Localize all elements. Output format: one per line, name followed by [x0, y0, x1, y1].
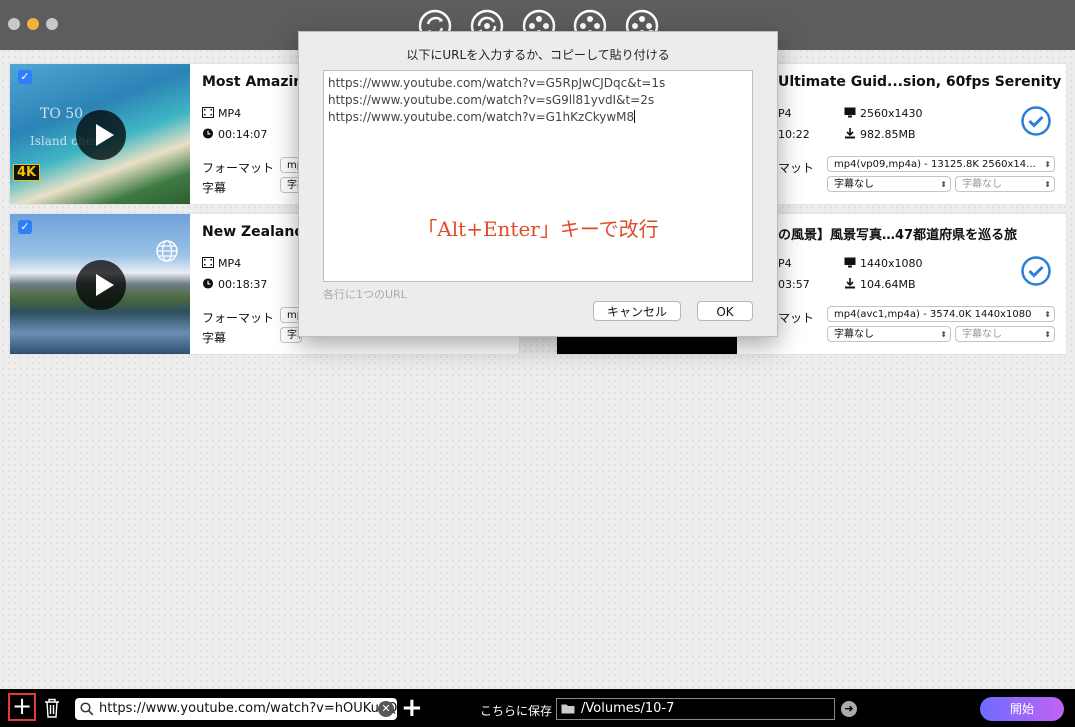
play-icon[interactable]: [76, 260, 126, 310]
format-label: フォーマット: [202, 161, 275, 175]
video-title: の風景】風景写真…47都道府県を巡る旅: [778, 228, 1018, 243]
clock-icon: [202, 128, 214, 139]
cancel-button[interactable]: キャンセル: [593, 301, 681, 321]
format-label: マット: [778, 161, 815, 175]
resolution-value: 1440x1080: [860, 257, 923, 270]
duration: 00:14:07: [202, 128, 267, 141]
subtitle-select[interactable]: 字幕なし ⬍: [827, 176, 951, 192]
subtitle-select-value: 字幕なし: [834, 329, 874, 340]
select-arrows-icon: ⬍: [1044, 180, 1051, 189]
clear-icon[interactable]: ✕: [378, 701, 394, 717]
bottom-bar: + https://www.youtube.com/watch?v=hOUKu9…: [0, 689, 1075, 727]
url-search-value: https://www.youtube.com/watch?v=hOUKu9Qr: [99, 701, 397, 716]
format-type: MP4: [202, 257, 241, 270]
file-size: 982.85MB: [844, 128, 916, 141]
subtitle-label: 字幕: [202, 331, 227, 345]
select-arrows-icon: ⬍: [940, 180, 947, 189]
resolution: 1440x1080: [844, 257, 923, 270]
paste-add-button[interactable]: +: [401, 695, 423, 721]
url-textarea[interactable]: https://www.youtube.com/watch?v=G5RpJwCJ…: [323, 70, 753, 282]
video-title: Most Amazing: [202, 74, 314, 90]
url-search-input[interactable]: https://www.youtube.com/watch?v=hOUKu9Qr…: [75, 698, 397, 720]
film-icon: [202, 257, 214, 268]
download-arrow-icon: [845, 128, 855, 139]
video-title: New Zealand: [202, 224, 305, 240]
trash-icon[interactable]: [42, 697, 62, 719]
film-icon: [202, 107, 214, 118]
resolution-value: 2560x1430: [860, 107, 923, 120]
monitor-icon: [844, 257, 856, 268]
play-icon[interactable]: [76, 110, 126, 160]
resolution: 2560x1430: [844, 107, 923, 120]
format-type: P4: [778, 257, 792, 270]
add-url-button[interactable]: +: [8, 693, 36, 721]
subtitle-select-value: 字幕なし: [962, 329, 1002, 340]
subtitle-select-secondary[interactable]: 字幕なし ⬍: [955, 176, 1055, 192]
text-cursor: [634, 110, 636, 123]
check-circle-icon: [1021, 106, 1051, 136]
subtitle-label: 字幕: [202, 181, 227, 195]
monitor-icon: [844, 107, 856, 118]
4k-badge: 4K: [13, 164, 41, 181]
search-icon: [80, 702, 94, 716]
format-select[interactable]: mp4(avc1,mp4a) - 3574.0K 1440x1080 ⬍: [827, 306, 1055, 322]
arrow-right-icon[interactable]: ➜: [841, 701, 857, 717]
format-select-value: mp4(avc1,mp4a) - 3574.0K 1440x1080: [834, 309, 1032, 320]
select-checkbox[interactable]: ✓: [18, 70, 32, 84]
subtitle-select-value: 字幕なし: [962, 179, 1002, 190]
select-arrows-icon: ⬍: [1044, 160, 1051, 169]
select-arrows-icon: ⬍: [940, 330, 947, 339]
window-maximize-button[interactable]: [46, 18, 58, 30]
select-arrows-icon: ⬍: [1044, 310, 1051, 319]
save-path-value: /Volumes/10-7: [581, 701, 675, 716]
format-label: フォーマット: [202, 311, 275, 325]
url-line: https://www.youtube.com/watch?v=sG9ll81y…: [328, 93, 655, 107]
dialog-note: 各行に1つのURL: [323, 288, 407, 301]
url-input-dialog: 以下にURLを入力するか、コピーして貼り付ける https://www.yout…: [298, 31, 778, 337]
duration: 03:57: [778, 278, 810, 291]
file-size-value: 982.85MB: [860, 128, 916, 141]
format-type-value: MP4: [218, 107, 242, 120]
select-arrows-icon: ⬍: [1044, 330, 1051, 339]
check-circle-icon: [1021, 256, 1051, 286]
save-path-field[interactable]: /Volumes/10-7: [556, 698, 835, 720]
format-type: MP4: [202, 107, 241, 120]
subtitle-select[interactable]: 字幕なし ⬍: [827, 326, 951, 342]
format-select[interactable]: mp4(vp09,mp4a) - 13125.8K 2560x14... ⬍: [827, 156, 1055, 172]
duration-value: 00:18:37: [218, 278, 268, 291]
file-size: 104.64MB: [844, 278, 916, 291]
video-thumbnail[interactable]: [557, 334, 737, 354]
newline-hint: 「Alt+Enter」キーで改行: [417, 217, 659, 241]
duration: 00:18:37: [202, 278, 267, 291]
select-checkbox[interactable]: ✓: [18, 220, 32, 234]
globe-icon: [156, 240, 178, 262]
subtitle-select-secondary[interactable]: 字幕なし ⬍: [955, 326, 1055, 342]
duration: 10:22: [778, 128, 810, 141]
url-line: https://www.youtube.com/watch?v=G5RpJwCJ…: [328, 76, 666, 90]
url-line: https://www.youtube.com/watch?v=G1hKzCky…: [328, 109, 748, 126]
url-line-text: https://www.youtube.com/watch?v=G1hKzCky…: [328, 110, 635, 124]
format-type-value: MP4: [218, 257, 242, 270]
download-arrow-icon: [845, 278, 855, 289]
ok-button[interactable]: OK: [697, 301, 753, 321]
save-location-label: こちらに保存: [480, 704, 553, 718]
file-size-value: 104.64MB: [860, 278, 916, 291]
subtitle-select-value: 字幕なし: [834, 179, 874, 190]
thumbnail-text: TO 50: [40, 106, 84, 122]
format-type: P4: [778, 107, 792, 120]
video-thumbnail[interactable]: TO 50 Island ches ✓ 4K: [10, 64, 190, 204]
start-button[interactable]: 開始: [980, 697, 1064, 721]
duration-value: 00:14:07: [218, 128, 268, 141]
video-title: Ultimate Guid...sion, 60fps Serenity: [778, 74, 1062, 90]
window-minimize-button[interactable]: [27, 18, 39, 30]
dialog-title: 以下にURLを入力するか、コピーして貼り付ける: [406, 48, 670, 62]
format-label: マット: [778, 311, 815, 325]
window-close-button[interactable]: [8, 18, 20, 30]
video-thumbnail[interactable]: ✓: [10, 214, 190, 354]
clock-icon: [202, 278, 214, 289]
folder-icon: [561, 704, 575, 714]
format-select-value: mp4(vp09,mp4a) - 13125.8K 2560x14...: [834, 159, 1036, 170]
